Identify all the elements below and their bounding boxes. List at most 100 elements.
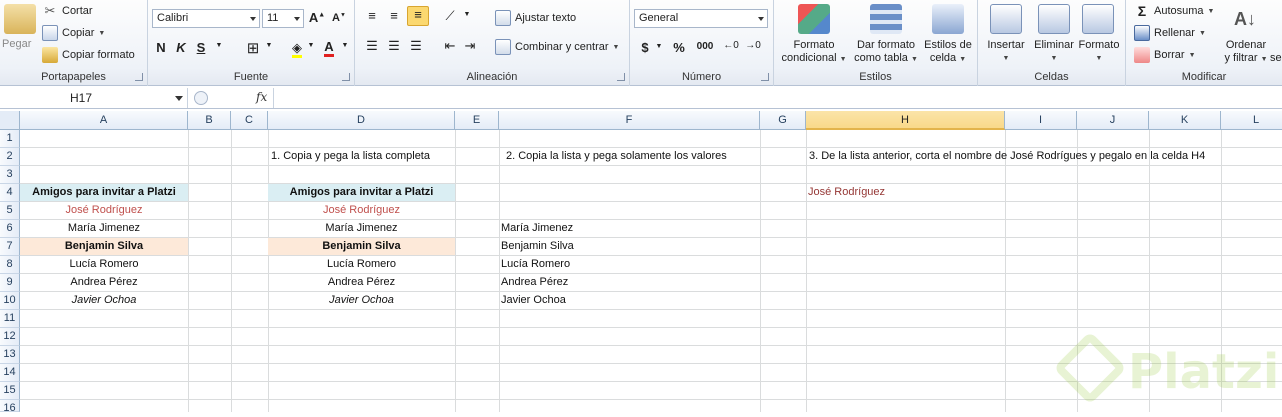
wrap-text-button[interactable]: Ajustar texto [495, 10, 576, 26]
cell-f10[interactable]: Javier Ochoa [499, 292, 566, 309]
cell-a5[interactable]: José Rodríguez [20, 202, 188, 219]
copy-button[interactable]: Copiar ▼ [42, 25, 105, 41]
align-center-icon[interactable]: ☰ [385, 38, 403, 54]
name-box[interactable]: H17 [0, 88, 188, 108]
thousands-button[interactable]: 000 [692, 41, 718, 52]
cell-d10[interactable]: Javier Ochoa [268, 292, 455, 309]
cell-a4[interactable]: Amigos para invitar a Platzi [20, 184, 188, 201]
align-left-icon[interactable]: ☰ [363, 38, 381, 54]
cell-f8[interactable]: Lucía Romero [499, 256, 570, 273]
row-header[interactable]: 7 [0, 238, 20, 256]
orientation-icon[interactable]: ⟋ [441, 8, 459, 24]
column-header-h[interactable]: H [806, 111, 1005, 130]
chevron-down-icon[interactable]: ▼ [650, 43, 668, 50]
column-header-a[interactable]: A [20, 111, 188, 130]
column-header-b[interactable]: B [188, 111, 231, 130]
row-header[interactable]: 4 [0, 184, 20, 202]
font-name-select[interactable]: Calibri [152, 9, 260, 28]
cell-a6[interactable]: María Jimenez [20, 220, 188, 237]
row-header[interactable]: 9 [0, 274, 20, 292]
align-right-icon[interactable]: ☰ [407, 38, 425, 54]
row-header[interactable]: 8 [0, 256, 20, 274]
column-header-i[interactable]: I [1005, 111, 1077, 130]
font-size-select[interactable]: 11 [262, 9, 304, 28]
clipboard-launcher-icon[interactable] [135, 73, 143, 81]
cell-f6[interactable]: María Jimenez [499, 220, 573, 237]
row-header[interactable]: 6 [0, 220, 20, 238]
sort-filter-button[interactable]: Ordenar y filtrar ▼ [1222, 39, 1270, 66]
shrink-font-icon[interactable]: A▼ [330, 12, 348, 24]
column-header-c[interactable]: C [231, 111, 268, 130]
format-painter-button[interactable]: Copiar formato [42, 47, 135, 63]
row-header[interactable]: 5 [0, 202, 20, 220]
row-header[interactable]: 1 [0, 130, 20, 148]
chevron-down-icon[interactable]: ▼ [336, 42, 354, 49]
fill-button[interactable]: Rellenar ▼ [1134, 25, 1206, 41]
chevron-down-icon[interactable]: ▼ [458, 11, 476, 18]
increase-indent-icon[interactable]: ⇥ [461, 38, 479, 54]
number-format-select[interactable]: General [634, 9, 768, 28]
insert-cells-button[interactable]: Insertar ▼ [980, 39, 1032, 65]
decrease-decimal-icon[interactable]: →0 [744, 40, 762, 51]
merge-center-button[interactable]: Combinar y centrar ▼ [495, 39, 619, 55]
chevron-down-icon[interactable]: ▼ [210, 42, 228, 49]
row-header[interactable]: 3 [0, 166, 20, 184]
row-header[interactable]: 14 [0, 364, 20, 382]
column-header-e[interactable]: E [455, 111, 499, 130]
row-header[interactable]: 11 [0, 310, 20, 328]
cell-h4[interactable]: José Rodríguez [806, 184, 885, 201]
number-launcher-icon[interactable] [761, 73, 769, 81]
grow-font-icon[interactable]: A▲ [308, 10, 326, 25]
column-header-g[interactable]: G [760, 111, 806, 130]
cell-d5[interactable]: José Rodríguez [268, 202, 455, 219]
cell-a7[interactable]: Benjamin Silva [20, 238, 188, 255]
cell-f9[interactable]: Andrea Pérez [499, 274, 568, 291]
italic-button[interactable]: K [172, 40, 190, 55]
align-top-icon[interactable]: ≡ [363, 8, 381, 23]
row-header[interactable]: 2 [0, 148, 20, 166]
column-header-k[interactable]: K [1149, 111, 1221, 130]
row-header[interactable]: 10 [0, 292, 20, 310]
alignment-launcher-icon[interactable] [617, 73, 625, 81]
cell-a9[interactable]: Andrea Pérez [20, 274, 188, 291]
cell-a8[interactable]: Lucía Romero [20, 256, 188, 273]
align-middle-icon[interactable]: ≡ [385, 8, 403, 23]
row-header[interactable]: 15 [0, 382, 20, 400]
format-as-table-button[interactable]: Dar formato como tabla ▼ [850, 39, 922, 66]
cell-d2[interactable]: 1. Copia y pega la lista completa [269, 148, 430, 165]
column-header-d[interactable]: D [268, 111, 455, 130]
column-header-l[interactable]: L [1221, 111, 1282, 130]
bold-button[interactable]: N [152, 40, 170, 55]
select-all-corner[interactable] [0, 111, 20, 130]
cell-d4[interactable]: Amigos para invitar a Platzi [268, 184, 455, 201]
percent-button[interactable]: % [670, 40, 688, 55]
find-select-button[interactable]: se [1270, 52, 1282, 65]
font-launcher-icon[interactable] [342, 73, 350, 81]
cell-d6[interactable]: María Jimenez [268, 220, 455, 237]
row-header[interactable]: 13 [0, 346, 20, 364]
cell-f7[interactable]: Benjamin Silva [499, 238, 574, 255]
paste-button[interactable]: Pegar [2, 38, 31, 51]
row-header[interactable]: 12 [0, 328, 20, 346]
chevron-down-icon[interactable]: ▼ [302, 42, 320, 49]
cell-f2[interactable]: 2. Copia la lista y pega solamente los v… [504, 148, 727, 165]
clear-button[interactable]: Borrar ▼ [1134, 47, 1196, 63]
autosum-button[interactable]: Σ Autosuma ▼ [1134, 3, 1215, 19]
increase-decimal-icon[interactable]: ←0 [722, 40, 740, 51]
align-bottom-icon[interactable]: ≡ [407, 6, 429, 26]
cell-h2[interactable]: 3. De la lista anterior, corta el nombre… [807, 148, 1205, 165]
cell-d7[interactable]: Benjamin Silva [268, 238, 455, 255]
cell-styles-button[interactable]: Estilos de celda ▼ [920, 39, 976, 66]
format-cells-button[interactable]: Formato ▼ [1074, 39, 1124, 65]
delete-cells-button[interactable]: Eliminar ▼ [1028, 39, 1080, 65]
cut-button[interactable]: ✂ Cortar [42, 3, 93, 19]
cell-d9[interactable]: Andrea Pérez [268, 274, 455, 291]
formula-input[interactable] [275, 88, 1282, 108]
insert-function-button[interactable]: fx [256, 90, 267, 104]
column-header-f[interactable]: F [499, 111, 760, 130]
decrease-indent-icon[interactable]: ⇤ [441, 38, 459, 54]
conditional-format-button[interactable]: Formato condicional ▼ [778, 39, 850, 66]
column-header-j[interactable]: J [1077, 111, 1149, 130]
chevron-down-icon[interactable]: ▼ [260, 42, 278, 49]
cell-a10[interactable]: Javier Ochoa [20, 292, 188, 309]
